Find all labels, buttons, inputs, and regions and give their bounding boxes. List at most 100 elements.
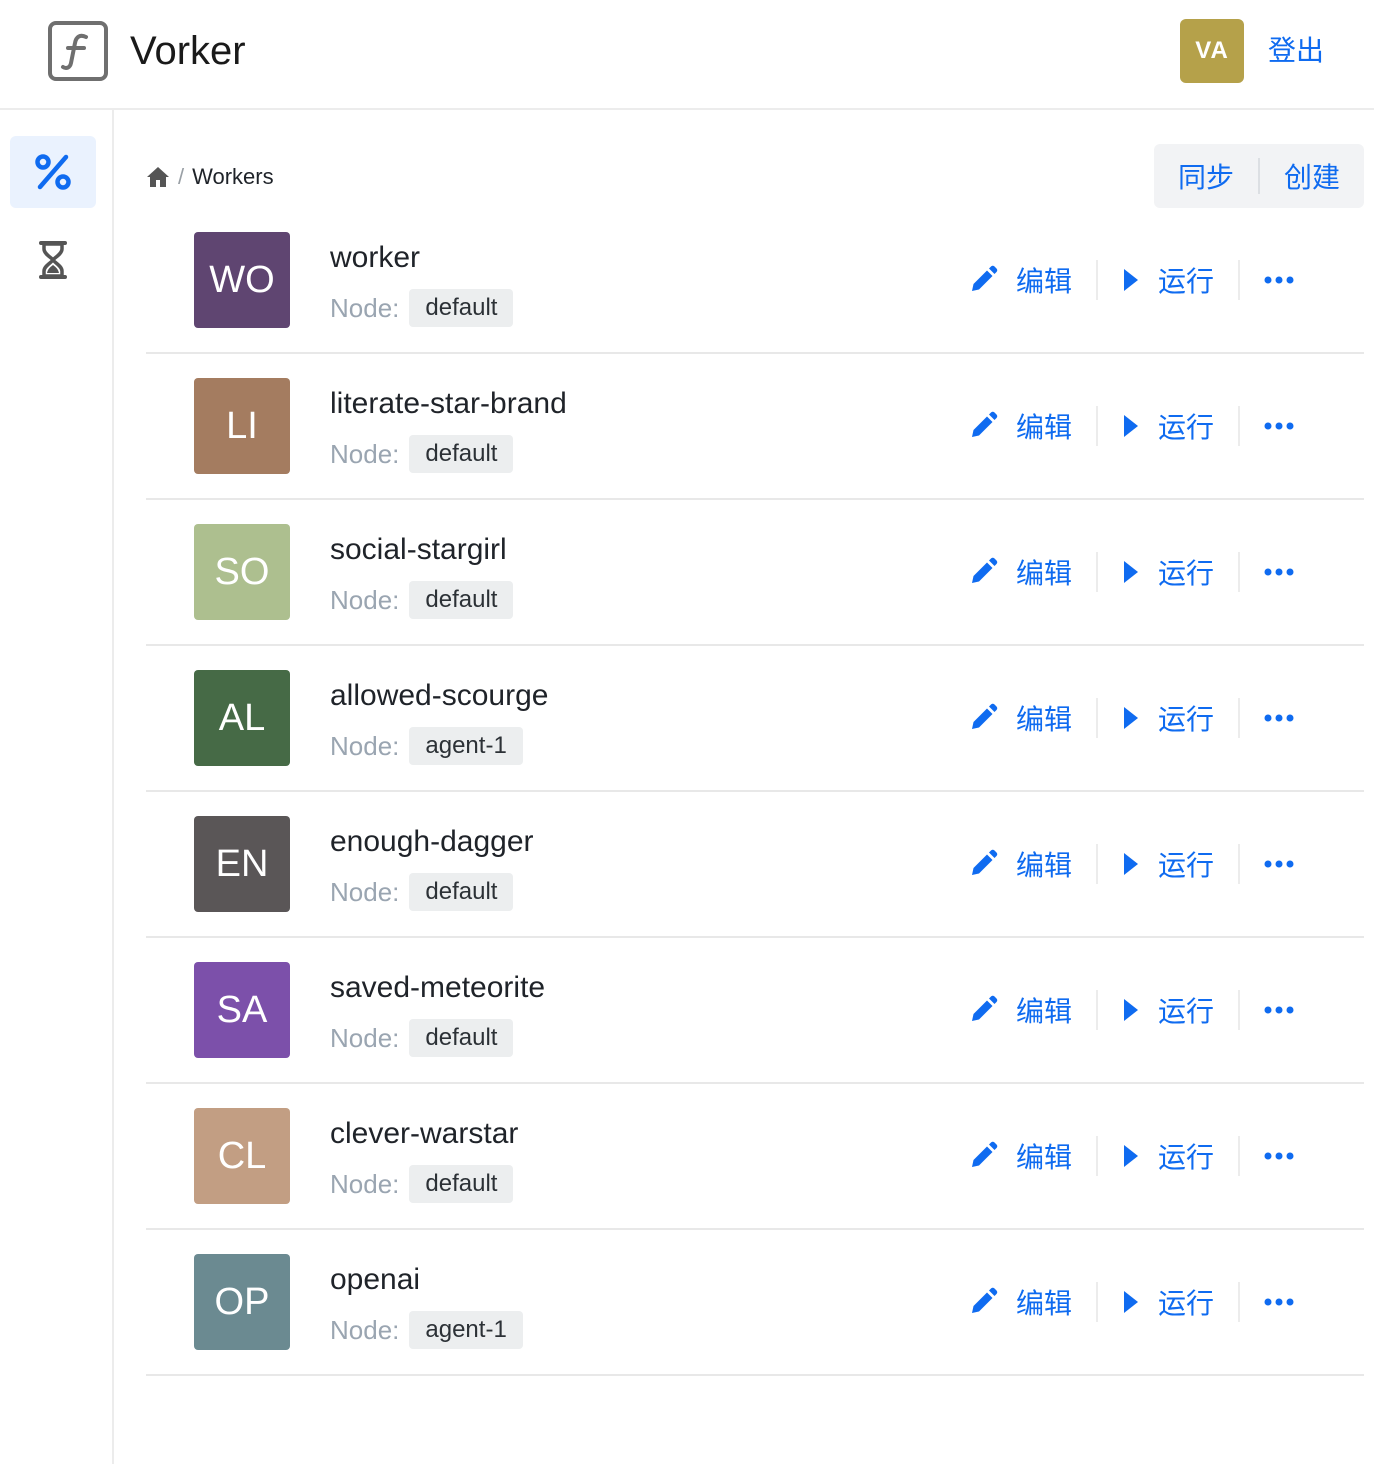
sync-button[interactable]: 同步 [1154, 144, 1258, 208]
user-avatar[interactable]: VA [1180, 19, 1244, 83]
node-tag: agent-1 [409, 1311, 523, 1349]
edit-button[interactable]: 编辑 [968, 404, 1072, 448]
breadcrumb: / Workers [146, 160, 274, 194]
run-label: 运行 [1158, 1142, 1215, 1173]
worker-avatar: LI [194, 378, 290, 474]
run-label: 运行 [1158, 850, 1215, 881]
run-label: 运行 [1158, 558, 1215, 589]
edit-button[interactable]: 编辑 [968, 696, 1072, 740]
action-divider [1096, 406, 1099, 446]
run-button[interactable]: 运行 [1122, 988, 1214, 1032]
worker-name[interactable]: literate-star-brand [330, 384, 567, 424]
breadcrumb-current: Workers [192, 164, 274, 189]
edit-button[interactable]: 编辑 [968, 988, 1072, 1032]
worker-name[interactable]: clever-warstar [330, 1114, 518, 1154]
action-divider [1238, 260, 1241, 300]
action-divider [1096, 1136, 1099, 1176]
edit-label: 编辑 [1016, 1142, 1073, 1173]
play-icon [1124, 561, 1139, 583]
worker-name[interactable]: social-stargirl [330, 530, 507, 570]
ellipsis-icon [1264, 568, 1294, 576]
node-tag: agent-1 [409, 727, 523, 765]
action-divider [1238, 406, 1241, 446]
play-icon [1124, 853, 1139, 875]
play-icon [1124, 1145, 1139, 1167]
app-title: Vorker [130, 29, 246, 73]
more-button[interactable] [1264, 258, 1294, 302]
edit-button[interactable]: 编辑 [968, 550, 1072, 594]
worker-name[interactable]: enough-dagger [330, 822, 534, 862]
pencil-icon [972, 557, 998, 583]
node-label: Node: [330, 1168, 400, 1199]
run-button[interactable]: 运行 [1122, 550, 1214, 594]
more-button[interactable] [1264, 550, 1294, 594]
node-label: Node: [330, 292, 400, 323]
run-label: 运行 [1158, 412, 1215, 443]
action-divider [1096, 260, 1099, 300]
run-button[interactable]: 运行 [1122, 1280, 1214, 1324]
action-divider [1238, 698, 1241, 738]
action-divider [1238, 1282, 1241, 1322]
create-button[interactable]: 创建 [1260, 144, 1364, 208]
more-button[interactable] [1264, 696, 1294, 740]
worker-node: Node: agent-1 [330, 726, 523, 766]
top-header: Vorker VA 登出 [0, 0, 1374, 110]
run-button[interactable]: 运行 [1122, 258, 1214, 302]
ellipsis-icon [1264, 276, 1294, 284]
more-button[interactable] [1264, 1134, 1294, 1178]
action-divider [1096, 990, 1099, 1030]
sidebar [0, 110, 114, 1464]
edit-button[interactable]: 编辑 [968, 258, 1072, 302]
worker-actions: 编辑 运行 [968, 550, 1294, 594]
worker-name[interactable]: saved-meteorite [330, 968, 545, 1008]
worker-avatar: EN [194, 816, 290, 912]
worker-row-literate-star-brand: LI literate-star-brand Node: default 编辑 … [146, 354, 1364, 500]
edit-button[interactable]: 编辑 [968, 1134, 1072, 1178]
worker-actions: 编辑 运行 [968, 696, 1294, 740]
edit-button[interactable]: 编辑 [968, 842, 1072, 886]
pencil-icon [972, 1141, 998, 1167]
app-logo[interactable] [48, 21, 108, 81]
worker-actions: 编辑 运行 [968, 1134, 1294, 1178]
run-button[interactable]: 运行 [1122, 696, 1214, 740]
ellipsis-icon [1264, 1152, 1294, 1160]
run-button[interactable]: 运行 [1122, 842, 1214, 886]
worker-name[interactable]: openai [330, 1260, 420, 1300]
ellipsis-icon [1264, 1006, 1294, 1014]
worker-avatar: AL [194, 670, 290, 766]
run-button[interactable]: 运行 [1122, 1134, 1214, 1178]
pencil-icon [972, 995, 998, 1021]
action-divider [1238, 844, 1241, 884]
worker-name[interactable]: worker [330, 238, 420, 278]
ellipsis-icon [1264, 860, 1294, 868]
more-button[interactable] [1264, 1280, 1294, 1324]
run-button[interactable]: 运行 [1122, 404, 1214, 448]
pencil-icon [972, 849, 998, 875]
worker-name[interactable]: allowed-scourge [330, 676, 548, 716]
node-tag: default [409, 1019, 514, 1057]
more-button[interactable] [1264, 988, 1294, 1032]
play-icon [1124, 1291, 1139, 1313]
edit-label: 编辑 [1016, 266, 1073, 297]
sidebar-item-workers[interactable] [10, 136, 96, 208]
sidebar-item-tasks[interactable] [10, 224, 96, 296]
action-divider [1096, 844, 1099, 884]
node-tag: default [409, 1165, 514, 1203]
edit-label: 编辑 [1016, 1288, 1073, 1319]
pencil-icon [972, 265, 998, 291]
breadcrumb-home[interactable] [146, 166, 170, 188]
worker-node: Node: default [330, 1164, 514, 1204]
worker-row-saved-meteorite: SA saved-meteorite Node: default 编辑 运行 [146, 938, 1364, 1084]
edit-button[interactable]: 编辑 [968, 1280, 1072, 1324]
toolbar-button-group: 同步 创建 [1154, 144, 1364, 208]
node-label: Node: [330, 1022, 400, 1053]
more-button[interactable] [1264, 404, 1294, 448]
worker-actions: 编辑 运行 [968, 404, 1294, 448]
logout-link[interactable]: 登出 [1268, 30, 1324, 72]
action-divider [1238, 990, 1241, 1030]
more-button[interactable] [1264, 842, 1294, 886]
worker-row-enough-dagger: EN enough-dagger Node: default 编辑 运行 [146, 792, 1364, 938]
worker-row-openai: OP openai Node: agent-1 编辑 运行 [146, 1230, 1364, 1376]
action-divider [1096, 698, 1099, 738]
worker-node: Node: default [330, 288, 514, 328]
